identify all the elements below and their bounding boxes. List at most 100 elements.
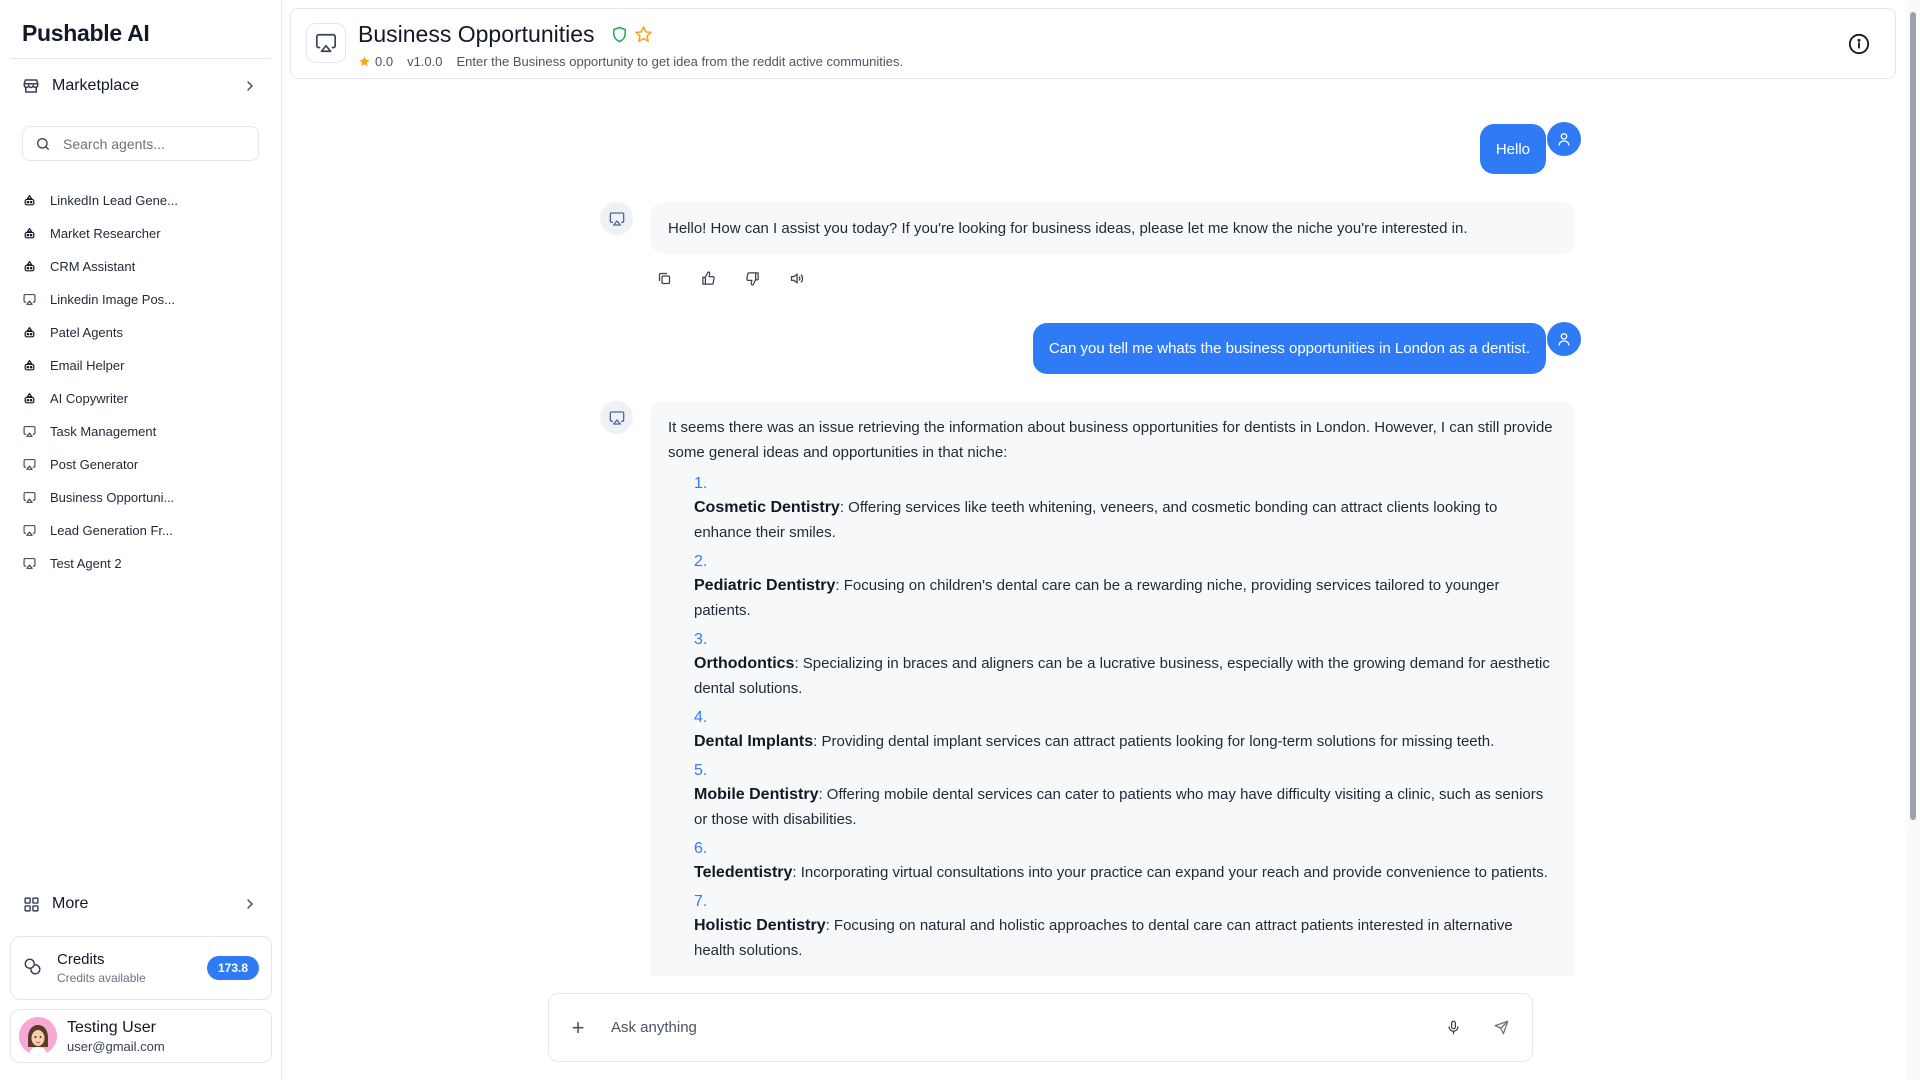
list-item-term: Cosmetic Dentistry [694,499,840,516]
user-info: Testing User user@gmail.com [67,1019,165,1054]
user-avatar [1547,122,1581,156]
monitor-icon [22,524,36,538]
avatar [19,1017,57,1055]
assistant-message: It seems there was an issue retrieving t… [650,401,1575,976]
list-item-number: 1. [694,475,708,492]
list-item-text: : Specializing in braces and aligners ca… [694,655,1550,697]
monitor-icon [22,557,36,571]
list-item-number: 6. [694,840,708,857]
sidebar-agent-item[interactable]: Test Agent 2 [22,547,262,580]
monitor-icon [609,211,624,226]
sidebar-agent-label: Linkedin Image Pos... [50,292,176,307]
sidebar-agent-item[interactable]: CRM Assistant [22,250,262,283]
credits-card[interactable]: Credits Credits available 173.8 [10,936,272,1000]
chevron-right-icon [242,78,258,94]
list-item-term: Teledentistry [694,864,793,881]
list-item-term: Holistic Dentistry [694,917,826,934]
search-input[interactable] [63,135,246,152]
list-item: 4. Dental Implants: Providing dental impl… [694,707,1557,754]
monitor-icon [316,33,336,53]
divider [10,58,271,59]
sidebar-agent-item[interactable]: Patel Agents [22,316,262,349]
speaker-icon[interactable] [786,268,806,288]
rating: 0.0 [358,54,393,69]
monitor-icon [22,293,36,307]
page-title-row: Business Opportunities [358,21,653,48]
credits-text: Credits Credits available [57,951,207,985]
user-profile[interactable]: Testing User user@gmail.com [10,1009,272,1063]
list-item: 6. Teledentistry: Incorporating virtual c… [694,838,1557,885]
agent-search[interactable] [22,126,259,161]
robot-icon [22,227,36,241]
agent-header: Business Opportunities 0.0 v1.0.0 Enter … [290,8,1896,79]
microphone-icon[interactable] [1444,1019,1462,1037]
sidebar-agent-item[interactable]: Email Helper [22,349,262,382]
list-item: 7. Holistic Dentistry: Focusing on natura… [694,891,1557,963]
thumbs-down-icon[interactable] [742,268,762,288]
sidebar-agent-item[interactable]: AI Copywriter [22,382,262,415]
list-item-number: 5. [694,762,708,779]
message-composer: + [548,993,1533,1062]
sidebar-agent-item[interactable]: LinkedIn Lead Gene... [22,184,262,217]
credits-title: Credits [57,951,105,968]
list-item-number: 7. [694,893,708,910]
brand-logo: Pushable AI [22,20,150,46]
credits-subtitle: Credits available [57,971,146,985]
list-item-term: Orthodontics [694,655,795,672]
more-link[interactable]: More [10,884,270,924]
scrollbar[interactable] [1906,0,1920,1080]
assistant-message: Hello! How can I assist you today? If yo… [650,202,1575,254]
sidebar-agent-label: Patel Agents [50,325,123,340]
thumbs-up-icon[interactable] [698,268,718,288]
sidebar-agent-item[interactable]: Market Researcher [22,217,262,250]
list-item-text: : Offering mobile dental services can ca… [694,786,1544,828]
list-item-text: : Incorporating virtual consultations in… [792,864,1548,881]
message-actions [654,268,830,288]
assistant-avatar [600,401,633,434]
monitor-icon [609,410,624,425]
user-name: Testing User [67,1018,156,1036]
sidebar-agent-label: Market Researcher [50,226,161,241]
star-icon[interactable] [634,25,653,44]
list-item: 5. Mobile Dentistry: Offering mobile dent… [694,760,1557,832]
list-item-number: 4. [694,709,708,726]
user-avatar [1547,322,1581,356]
list-item-number: 3. [694,631,708,648]
chat-thread: Hello Hello! How can I assist you today?… [290,90,1896,976]
sidebar: Pushable AI Marketplace LinkedIn Lead Ge… [0,0,282,1080]
plus-icon[interactable]: + [571,1015,585,1041]
rating-value: 0.0 [375,54,394,69]
copy-icon[interactable] [654,268,674,288]
monitor-icon [22,458,36,472]
marketplace-label: Marketplace [52,77,140,94]
robot-icon [22,326,36,340]
sidebar-agent-label: Test Agent 2 [50,556,122,571]
info-icon[interactable] [1848,33,1870,55]
sidebar-agent-item[interactable]: Business Opportuni... [22,481,262,514]
message-input[interactable] [611,1019,1414,1036]
list-item: 3. Orthodontics: Specializing in braces a… [694,629,1557,701]
send-icon[interactable] [1492,1019,1510,1037]
sidebar-agent-item[interactable]: Linkedin Image Pos... [22,283,262,316]
assistant-message-intro: It seems there was an issue retrieving t… [668,419,1553,461]
list-item-term: Pediatric Dentistry [694,577,836,594]
marketplace-link[interactable]: Marketplace [10,66,270,106]
robot-icon [22,359,36,373]
sidebar-agent-item[interactable]: Lead Generation Fr... [22,514,262,547]
user-icon [1558,333,1570,346]
sidebar-agent-label: Email Helper [50,358,125,373]
robot-icon [22,260,36,274]
user-email: user@gmail.com [67,1038,165,1054]
sidebar-agent-item[interactable]: Task Management [22,415,262,448]
sidebar-agent-label: Lead Generation Fr... [50,523,173,538]
sidebar-agent-item[interactable]: Post Generator [22,448,262,481]
scrollbar-thumb[interactable] [1910,12,1916,820]
sidebar-agent-label: CRM Assistant [50,259,136,274]
sidebar-agent-label: Business Opportuni... [50,490,175,505]
sidebar-agent-label: AI Copywriter [50,391,129,406]
sidebar-agent-label: Post Generator [50,457,139,472]
grid-icon [22,895,40,913]
agent-description: Enter the Business opportunity to get id… [456,54,904,69]
credits-badge: 173.8 [206,956,259,980]
agent-meta: 0.0 v1.0.0 Enter the Business opportunit… [358,54,903,69]
